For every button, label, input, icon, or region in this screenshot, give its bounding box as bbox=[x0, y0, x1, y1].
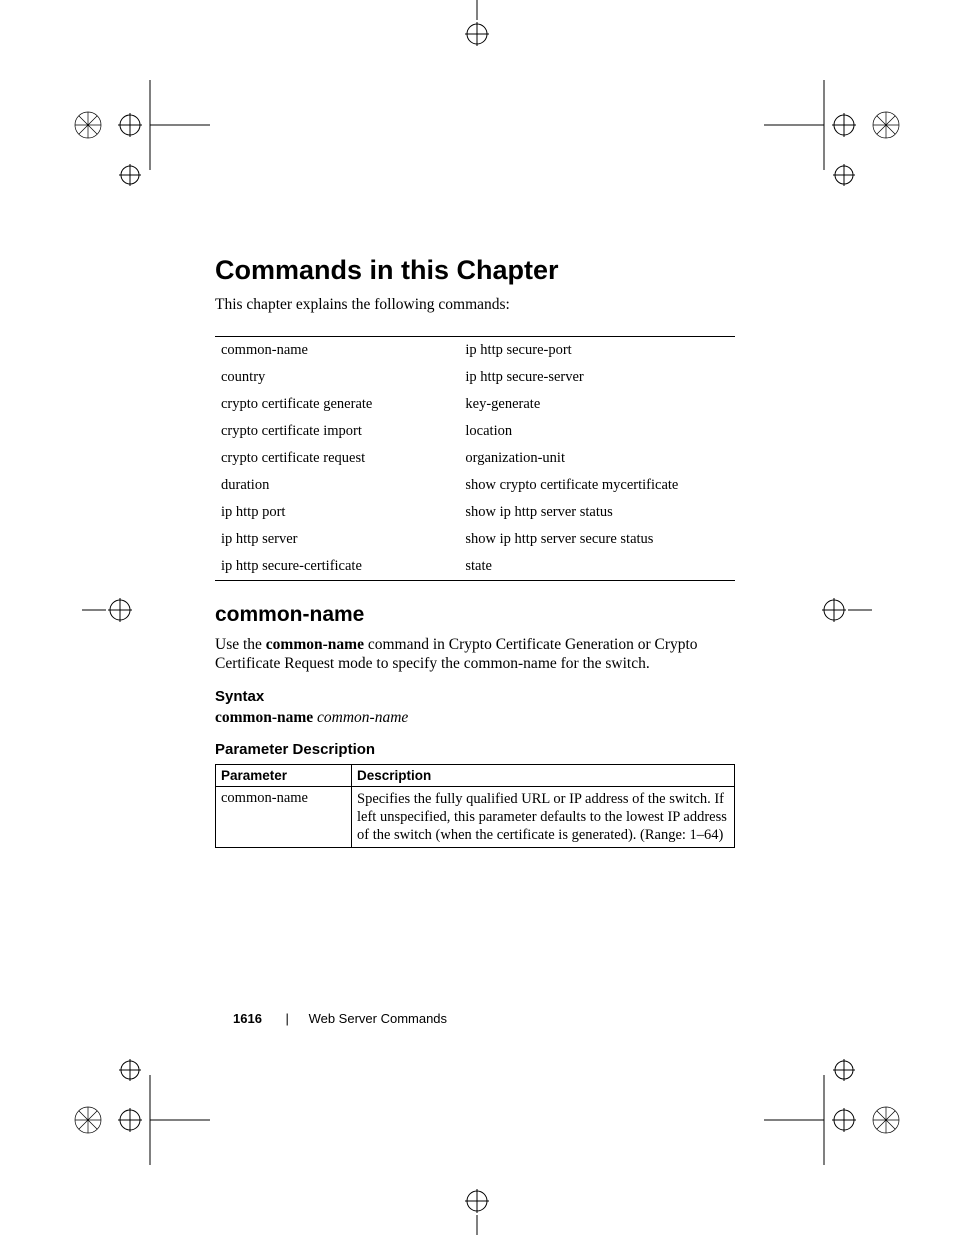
crop-mark-top-left bbox=[70, 80, 190, 200]
page: Commands in this Chapter This chapter ex… bbox=[0, 0, 954, 1235]
footer-separator: | bbox=[286, 1011, 289, 1026]
section-heading-common-name: common-name bbox=[215, 603, 735, 627]
crop-mark-left-middle bbox=[82, 590, 162, 630]
crop-mark-top-right bbox=[764, 80, 884, 200]
crop-mark-bottom-left bbox=[70, 1045, 190, 1165]
command-list-cell-right: show crypto certificate mycertificate bbox=[459, 472, 735, 499]
section-description: Use the common-name command in Crypto Ce… bbox=[215, 635, 735, 674]
command-list-table: common-nameip http secure-portcountryip … bbox=[215, 336, 735, 581]
command-list-row: countryip http secure-server bbox=[215, 364, 735, 391]
footer-title: Web Server Commands bbox=[309, 1011, 447, 1026]
parameter-description-heading: Parameter Description bbox=[215, 741, 735, 758]
command-list-cell-left: common-name bbox=[215, 337, 459, 365]
command-list-cell-left: crypto certificate generate bbox=[215, 391, 459, 418]
parameter-table-header-description: Description bbox=[352, 764, 735, 786]
command-list-row: ip http secure-certificatestate bbox=[215, 553, 735, 581]
syntax-argument: common-name bbox=[317, 709, 408, 726]
command-list-cell-right: state bbox=[459, 553, 735, 581]
syntax-keyword: common-name bbox=[215, 709, 313, 726]
parameter-table: Parameter Description common-nameSpecifi… bbox=[215, 764, 735, 848]
command-list-cell-right: organization-unit bbox=[459, 445, 735, 472]
page-footer: 1616 | Web Server Commands bbox=[233, 1011, 447, 1026]
page-content: Commands in this Chapter This chapter ex… bbox=[215, 255, 735, 848]
chapter-heading: Commands in this Chapter bbox=[215, 255, 735, 286]
command-list-cell-right: show ip http server secure status bbox=[459, 526, 735, 553]
command-list-cell-left: ip http port bbox=[215, 499, 459, 526]
command-list-row: crypto certificate generatekey-generate bbox=[215, 391, 735, 418]
command-list-row: crypto certificate requestorganization-u… bbox=[215, 445, 735, 472]
parameter-table-cell-param: common-name bbox=[216, 786, 352, 847]
command-list-cell-right: ip http secure-port bbox=[459, 337, 735, 365]
crop-mark-right-middle bbox=[792, 590, 872, 630]
syntax-line: common-name common-name bbox=[215, 709, 735, 727]
crop-mark-bottom-right bbox=[764, 1045, 884, 1165]
text-run-bold: common-name bbox=[266, 636, 364, 653]
crop-mark-top-center bbox=[457, 0, 497, 52]
text-run: Use the bbox=[215, 636, 266, 653]
command-list-cell-right: location bbox=[459, 418, 735, 445]
command-list-cell-right: key-generate bbox=[459, 391, 735, 418]
command-list-cell-left: ip http server bbox=[215, 526, 459, 553]
command-list-cell-left: duration bbox=[215, 472, 459, 499]
command-list-cell-left: country bbox=[215, 364, 459, 391]
chapter-intro: This chapter explains the following comm… bbox=[215, 296, 735, 314]
command-list-row: crypto certificate importlocation bbox=[215, 418, 735, 445]
page-number: 1616 bbox=[233, 1011, 262, 1026]
command-list-row: durationshow crypto certificate mycertif… bbox=[215, 472, 735, 499]
command-list-cell-right: show ip http server status bbox=[459, 499, 735, 526]
parameter-table-cell-description: Specifies the fully qualified URL or IP … bbox=[352, 786, 735, 847]
command-list-row: common-nameip http secure-port bbox=[215, 337, 735, 365]
command-list-row: ip http servershow ip http server secure… bbox=[215, 526, 735, 553]
command-list-cell-left: crypto certificate import bbox=[215, 418, 459, 445]
syntax-heading: Syntax bbox=[215, 688, 735, 705]
command-list-cell-right: ip http secure-server bbox=[459, 364, 735, 391]
parameter-table-row: common-nameSpecifies the fully qualified… bbox=[216, 786, 735, 847]
command-list-row: ip http portshow ip http server status bbox=[215, 499, 735, 526]
crop-mark-bottom-center bbox=[457, 1183, 497, 1235]
command-list-cell-left: ip http secure-certificate bbox=[215, 553, 459, 581]
command-list-cell-left: crypto certificate request bbox=[215, 445, 459, 472]
parameter-table-header-parameter: Parameter bbox=[216, 764, 352, 786]
